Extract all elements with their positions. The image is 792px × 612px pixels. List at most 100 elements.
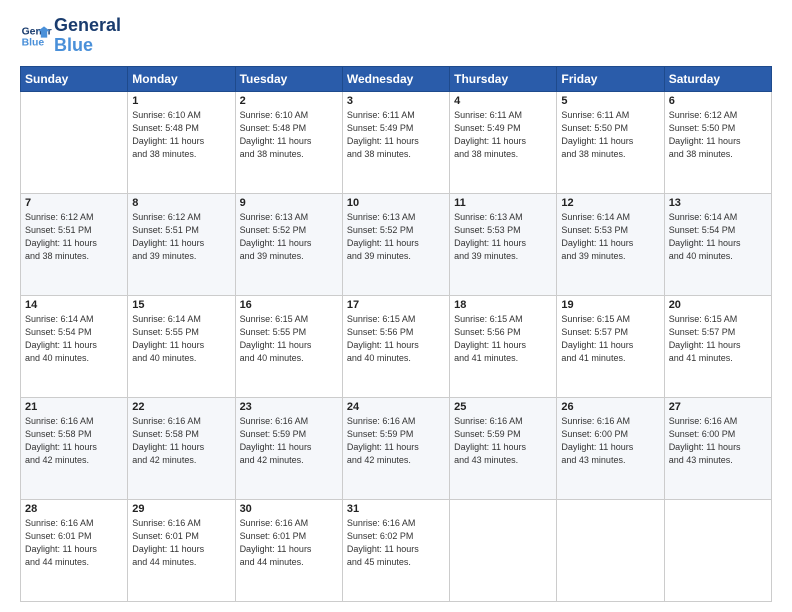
weekday-header-row: SundayMondayTuesdayWednesdayThursdayFrid…: [21, 66, 772, 91]
weekday-header-thursday: Thursday: [450, 66, 557, 91]
cell-content: Sunrise: 6:12 AM Sunset: 5:50 PM Dayligh…: [669, 109, 767, 161]
day-number: 28: [25, 503, 123, 515]
calendar-cell: 3 Sunrise: 6:11 AM Sunset: 5:49 PM Daylig…: [342, 91, 449, 193]
cell-content: Sunrise: 6:16 AM Sunset: 6:01 PM Dayligh…: [132, 517, 230, 569]
day-number: 25: [454, 401, 552, 413]
calendar-cell: 16Sunrise: 6:15 AM Sunset: 5:55 PM Dayli…: [235, 295, 342, 397]
day-number: 30: [240, 503, 338, 515]
weekday-header-tuesday: Tuesday: [235, 66, 342, 91]
calendar-cell: [664, 499, 771, 601]
cell-content: Sunrise: 6:16 AM Sunset: 5:59 PM Dayligh…: [454, 415, 552, 467]
cell-content: Sunrise: 6:14 AM Sunset: 5:55 PM Dayligh…: [132, 313, 230, 365]
cell-content: Sunrise: 6:15 AM Sunset: 5:55 PM Dayligh…: [240, 313, 338, 365]
day-number: 21: [25, 401, 123, 413]
day-number: 17: [347, 299, 445, 311]
cell-content: Sunrise: 6:13 AM Sunset: 5:52 PM Dayligh…: [347, 211, 445, 263]
cell-content: Sunrise: 6:16 AM Sunset: 6:01 PM Dayligh…: [240, 517, 338, 569]
calendar-cell: 18 Sunrise: 6:15 AM Sunset: 5:56 PM Dayli…: [450, 295, 557, 397]
day-number: 13: [669, 197, 767, 209]
weekday-header-wednesday: Wednesday: [342, 66, 449, 91]
cell-content: Sunrise: 6:16 AM Sunset: 6:00 PM Dayligh…: [561, 415, 659, 467]
day-number: 23: [240, 401, 338, 413]
logo: General Blue General Blue: [20, 16, 121, 56]
day-number: 11: [454, 197, 552, 209]
cell-content: Sunrise: 6:10 AM Sunset: 5:48 PM Dayligh…: [240, 109, 338, 161]
calendar-cell: 31Sunrise: 6:16 AM Sunset: 6:02 PM Dayli…: [342, 499, 449, 601]
logo-icon: General Blue: [20, 20, 52, 52]
calendar-table: SundayMondayTuesdayWednesdayThursdayFrid…: [20, 66, 772, 602]
day-number: 31: [347, 503, 445, 515]
cell-content: Sunrise: 6:16 AM Sunset: 6:01 PM Dayligh…: [25, 517, 123, 569]
calendar-cell: 7Sunrise: 6:12 AM Sunset: 5:51 PM Daylig…: [21, 193, 128, 295]
page-header: General Blue General Blue: [20, 16, 772, 56]
day-number: 9: [240, 197, 338, 209]
day-number: 29: [132, 503, 230, 515]
day-number: 10: [347, 197, 445, 209]
calendar-week-row: 7 Sunrise: 6:12 AM Sunset: 5:51 PM Daylig…: [21, 193, 772, 295]
calendar-cell: 12 Sunrise: 6:14 AM Sunset: 5:53 PM Dayli…: [557, 193, 664, 295]
day-number: 27: [669, 401, 767, 413]
calendar-cell: 20Sunrise: 6:15 AM Sunset: 5:57 PM Dayli…: [664, 295, 771, 397]
calendar-cell: 17 Sunrise: 6:15 AM Sunset: 5:56 PM Dayli…: [342, 295, 449, 397]
cell-content: Sunrise: 6:16 AM Sunset: 5:59 PM Dayligh…: [240, 415, 338, 467]
cell-content: Sunrise: 6:16 AM Sunset: 6:00 PM Dayligh…: [669, 415, 767, 467]
day-number: 5: [561, 95, 659, 107]
weekday-header-sunday: Sunday: [21, 66, 128, 91]
cell-content: Sunrise: 6:11 AM Sunset: 5:49 PM Dayligh…: [454, 109, 552, 161]
cell-content: Sunrise: 6:15 AM Sunset: 5:57 PM Dayligh…: [669, 313, 767, 365]
cell-content: Sunrise: 6:14 AM Sunset: 5:53 PM Dayligh…: [561, 211, 659, 263]
calendar-cell: 2 Sunrise: 6:10 AM Sunset: 5:48 PM Daylig…: [235, 91, 342, 193]
day-number: 3: [347, 95, 445, 107]
calendar-cell: 24 Sunrise: 6:16 AM Sunset: 5:59 PM Dayli…: [342, 397, 449, 499]
cell-content: Sunrise: 6:13 AM Sunset: 5:53 PM Dayligh…: [454, 211, 552, 263]
calendar-cell: 8 Sunrise: 6:12 AM Sunset: 5:51 PM Daylig…: [128, 193, 235, 295]
day-number: 14: [25, 299, 123, 311]
cell-content: Sunrise: 6:14 AM Sunset: 5:54 PM Dayligh…: [25, 313, 123, 365]
calendar-cell: 23 Sunrise: 6:16 AM Sunset: 5:59 PM Dayli…: [235, 397, 342, 499]
day-number: 18: [454, 299, 552, 311]
weekday-header-saturday: Saturday: [664, 66, 771, 91]
calendar-cell: 30 Sunrise: 6:16 AM Sunset: 6:01 PM Dayli…: [235, 499, 342, 601]
calendar-week-row: 28 Sunrise: 6:16 AM Sunset: 6:01 PM Dayli…: [21, 499, 772, 601]
weekday-header-friday: Friday: [557, 66, 664, 91]
svg-text:General: General: [22, 26, 52, 37]
day-number: 2: [240, 95, 338, 107]
cell-content: Sunrise: 6:16 AM Sunset: 5:58 PM Dayligh…: [25, 415, 123, 467]
calendar-cell: 6 Sunrise: 6:12 AM Sunset: 5:50 PM Daylig…: [664, 91, 771, 193]
calendar-cell: 29 Sunrise: 6:16 AM Sunset: 6:01 PM Dayli…: [128, 499, 235, 601]
cell-content: Sunrise: 6:11 AM Sunset: 5:49 PM Dayligh…: [347, 109, 445, 161]
calendar-week-row: 21 Sunrise: 6:16 AM Sunset: 5:58 PM Dayli…: [21, 397, 772, 499]
calendar-cell: 14 Sunrise: 6:14 AM Sunset: 5:54 PM Dayli…: [21, 295, 128, 397]
day-number: 22: [132, 401, 230, 413]
day-number: 19: [561, 299, 659, 311]
calendar-cell: 1Sunrise: 6:10 AM Sunset: 5:48 PM Daylig…: [128, 91, 235, 193]
calendar-week-row: 1 Sunrise: 6:10 AM Sunset: 5:48 PM Daylig…: [21, 91, 772, 193]
calendar-cell: 26 Sunrise: 6:16 AM Sunset: 6:00 PM Dayli…: [557, 397, 664, 499]
day-number: 1: [132, 95, 230, 107]
day-number: 26: [561, 401, 659, 413]
cell-content: Sunrise: 6:16 AM Sunset: 5:59 PM Dayligh…: [347, 415, 445, 467]
day-number: 4: [454, 95, 552, 107]
calendar-cell: 27 Sunrise: 6:16 AM Sunset: 6:00 PM Dayli…: [664, 397, 771, 499]
calendar-week-row: 14 Sunrise: 6:14 AM Sunset: 5:54 PM Dayli…: [21, 295, 772, 397]
day-number: 6: [669, 95, 767, 107]
day-number: 8: [132, 197, 230, 209]
day-number: 12: [561, 197, 659, 209]
cell-content: Sunrise: 6:15 AM Sunset: 5:56 PM Dayligh…: [347, 313, 445, 365]
calendar-cell: 9Sunrise: 6:13 AM Sunset: 5:52 PM Daylig…: [235, 193, 342, 295]
day-number: 15: [132, 299, 230, 311]
cell-content: Sunrise: 6:15 AM Sunset: 5:57 PM Dayligh…: [561, 313, 659, 365]
calendar-cell: [21, 91, 128, 193]
cell-content: Sunrise: 6:12 AM Sunset: 5:51 PM Dayligh…: [132, 211, 230, 263]
cell-content: Sunrise: 6:15 AM Sunset: 5:56 PM Dayligh…: [454, 313, 552, 365]
day-number: 7: [25, 197, 123, 209]
cell-content: Sunrise: 6:14 AM Sunset: 5:54 PM Dayligh…: [669, 211, 767, 263]
calendar-cell: 5 Sunrise: 6:11 AM Sunset: 5:50 PM Daylig…: [557, 91, 664, 193]
logo-text: General Blue: [54, 16, 121, 56]
day-number: 24: [347, 401, 445, 413]
calendar-cell: [557, 499, 664, 601]
calendar-cell: 13 Sunrise: 6:14 AM Sunset: 5:54 PM Dayli…: [664, 193, 771, 295]
calendar-cell: 4 Sunrise: 6:11 AM Sunset: 5:49 PM Daylig…: [450, 91, 557, 193]
cell-content: Sunrise: 6:11 AM Sunset: 5:50 PM Dayligh…: [561, 109, 659, 161]
calendar-cell: 11 Sunrise: 6:13 AM Sunset: 5:53 PM Dayli…: [450, 193, 557, 295]
